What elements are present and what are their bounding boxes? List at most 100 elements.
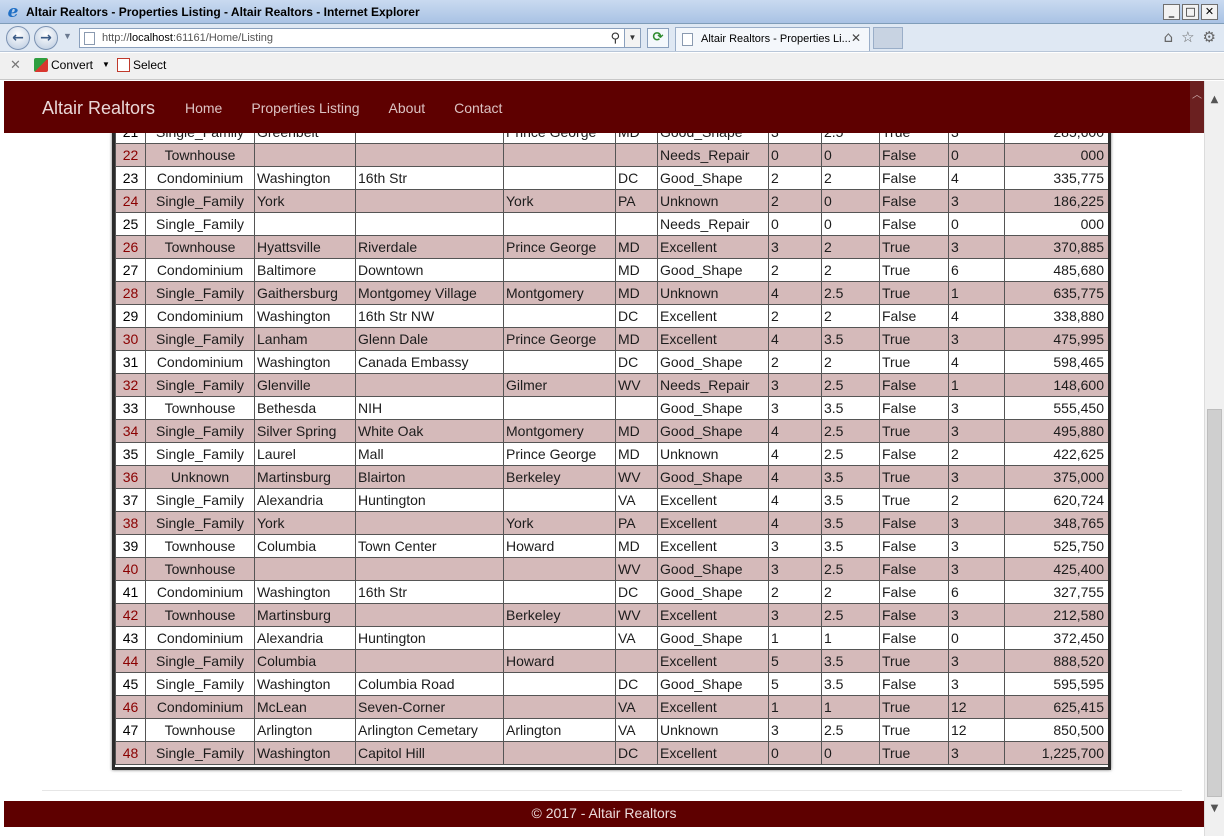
nav-link-home[interactable]: Home: [185, 100, 222, 116]
cell-state: VA: [615, 488, 658, 512]
cell-bedrooms: 5: [768, 649, 822, 673]
cell-property-type: Condominium: [145, 626, 255, 650]
select-button[interactable]: Select: [117, 58, 166, 72]
cell-neighborhood: [355, 373, 504, 397]
cell-basement: True: [879, 695, 949, 719]
cell-neighborhood: NIH: [355, 396, 504, 420]
cell-county: Montgomery: [503, 419, 616, 443]
new-tab-button[interactable]: [873, 27, 903, 49]
cell-market-value: 370,885: [1004, 235, 1108, 259]
minimize-button[interactable]: _: [1163, 4, 1180, 20]
cell-market-value: 620,724: [1004, 488, 1108, 512]
cell-neighborhood: [355, 557, 504, 581]
close-window-button[interactable]: ✕: [1201, 4, 1218, 20]
convert-dropdown-icon[interactable]: ▼: [102, 60, 110, 69]
cell-stories: 3: [948, 557, 1005, 581]
refresh-button[interactable]: ⟳: [647, 28, 669, 48]
cell-county: [503, 396, 616, 420]
cell-condition: Good_Shape: [657, 580, 769, 604]
favorites-star-icon[interactable]: ☆: [1181, 28, 1194, 46]
cell-state: DC: [615, 166, 658, 190]
cell-bedrooms: 3: [768, 534, 822, 558]
chevron-up-icon: ︿: [1190, 81, 1204, 133]
cell-bathrooms: 2: [821, 258, 880, 282]
cell-city: Glenville: [254, 373, 356, 397]
gear-icon[interactable]: ⚙: [1203, 28, 1216, 46]
cell-county: York: [503, 189, 616, 213]
cell-basement: False: [879, 373, 949, 397]
cell-bathrooms: 1: [821, 695, 880, 719]
convert-button[interactable]: Convert: [34, 58, 93, 72]
cell-state: [615, 212, 658, 236]
history-dropdown-icon[interactable]: ▼: [63, 31, 72, 41]
close-toolbar-icon[interactable]: ✕: [10, 58, 21, 73]
table-row: 31 Condominium Washington Canada Embassy DC G…: [115, 350, 1108, 374]
scrollbar-thumb[interactable]: [1207, 409, 1222, 797]
convert-icon: [34, 58, 48, 72]
tab-properties-listing[interactable]: Altair Realtors - Properties Li... ✕: [675, 27, 870, 51]
cell-market-value: 148,600: [1004, 373, 1108, 397]
cell-neighborhood: [355, 212, 504, 236]
cell-market-value: 372,450: [1004, 626, 1108, 650]
table-row: 26 Townhouse Hyattsville Riverdale Prince Ge…: [115, 235, 1108, 259]
cell-neighborhood: 16th Str NW: [355, 304, 504, 328]
cell-property-type: Single_Family: [145, 419, 255, 443]
home-icon[interactable]: ⌂: [1164, 28, 1174, 46]
cell-bathrooms: 2.5: [821, 603, 880, 627]
table-row: 41 Condominium Washington 16th Str DC Good_Sh…: [115, 580, 1108, 604]
cell-state: DC: [615, 350, 658, 374]
url-dropdown-icon[interactable]: ▼: [624, 29, 640, 47]
cell-stories: 3: [948, 649, 1005, 673]
cell-state: MD: [615, 534, 658, 558]
url-input[interactable]: http://localhost:61161/Home/Listing ⚲ ▼: [79, 28, 641, 48]
cell-row-number: 48: [115, 741, 146, 765]
scroll-down-arrow-icon[interactable]: ▼: [1205, 800, 1224, 818]
cell-bathrooms: 3.5: [821, 649, 880, 673]
cell-basement: True: [879, 235, 949, 259]
nav-link-about[interactable]: About: [389, 100, 426, 116]
tab-label: Altair Realtors - Properties Li...: [701, 33, 851, 45]
cell-row-number: 47: [115, 718, 146, 742]
search-icon[interactable]: ⚲: [610, 30, 620, 46]
cell-row-number: 44: [115, 649, 146, 673]
cell-stories: 4: [948, 166, 1005, 190]
page-scrollbar[interactable]: ▲ ▼: [1204, 81, 1224, 836]
cell-market-value: 555,450: [1004, 396, 1108, 420]
cell-condition: Good_Shape: [657, 557, 769, 581]
cell-property-type: Single_Family: [145, 672, 255, 696]
cell-market-value: 000: [1004, 143, 1108, 167]
address-bar: ← → ▼ http://localhost:61161/Home/Listin…: [0, 24, 1224, 52]
cell-market-value: 850,500: [1004, 718, 1108, 742]
table-row: 30 Single_Family Lanham Glenn Dale Prince Ge…: [115, 327, 1108, 351]
cell-row-number: 45: [115, 672, 146, 696]
nav-link-properties-listing[interactable]: Properties Listing: [251, 100, 359, 116]
cell-basement: False: [879, 304, 949, 328]
cell-row-number: 28: [115, 281, 146, 305]
cell-bedrooms: 4: [768, 281, 822, 305]
cell-row-number: 36: [115, 465, 146, 489]
cell-basement: False: [879, 626, 949, 650]
nav-link-contact[interactable]: Contact: [454, 100, 502, 116]
cell-basement: True: [879, 718, 949, 742]
cell-bedrooms: 0: [768, 212, 822, 236]
scroll-up-arrow-icon[interactable]: ▲: [1205, 91, 1224, 109]
cell-stories: 3: [948, 189, 1005, 213]
cell-market-value: 525,750: [1004, 534, 1108, 558]
cell-basement: True: [879, 281, 949, 305]
cell-bedrooms: 0: [768, 741, 822, 765]
site-brand-link[interactable]: Altair Realtors: [42, 98, 155, 119]
cell-bathrooms: 0: [821, 143, 880, 167]
cell-neighborhood: White Oak: [355, 419, 504, 443]
cell-stories: 0: [948, 143, 1005, 167]
forward-button[interactable]: →: [34, 26, 58, 50]
cell-city: Hyattsville: [254, 235, 356, 259]
cell-bedrooms: 2: [768, 580, 822, 604]
maximize-button[interactable]: □: [1182, 4, 1199, 20]
cell-property-type: Condominium: [145, 166, 255, 190]
cell-city: Alexandria: [254, 488, 356, 512]
tab-close-icon[interactable]: ✕: [851, 31, 861, 45]
cell-state: WV: [615, 373, 658, 397]
cell-market-value: 495,880: [1004, 419, 1108, 443]
cell-stories: 3: [948, 603, 1005, 627]
back-button[interactable]: ←: [6, 26, 30, 50]
